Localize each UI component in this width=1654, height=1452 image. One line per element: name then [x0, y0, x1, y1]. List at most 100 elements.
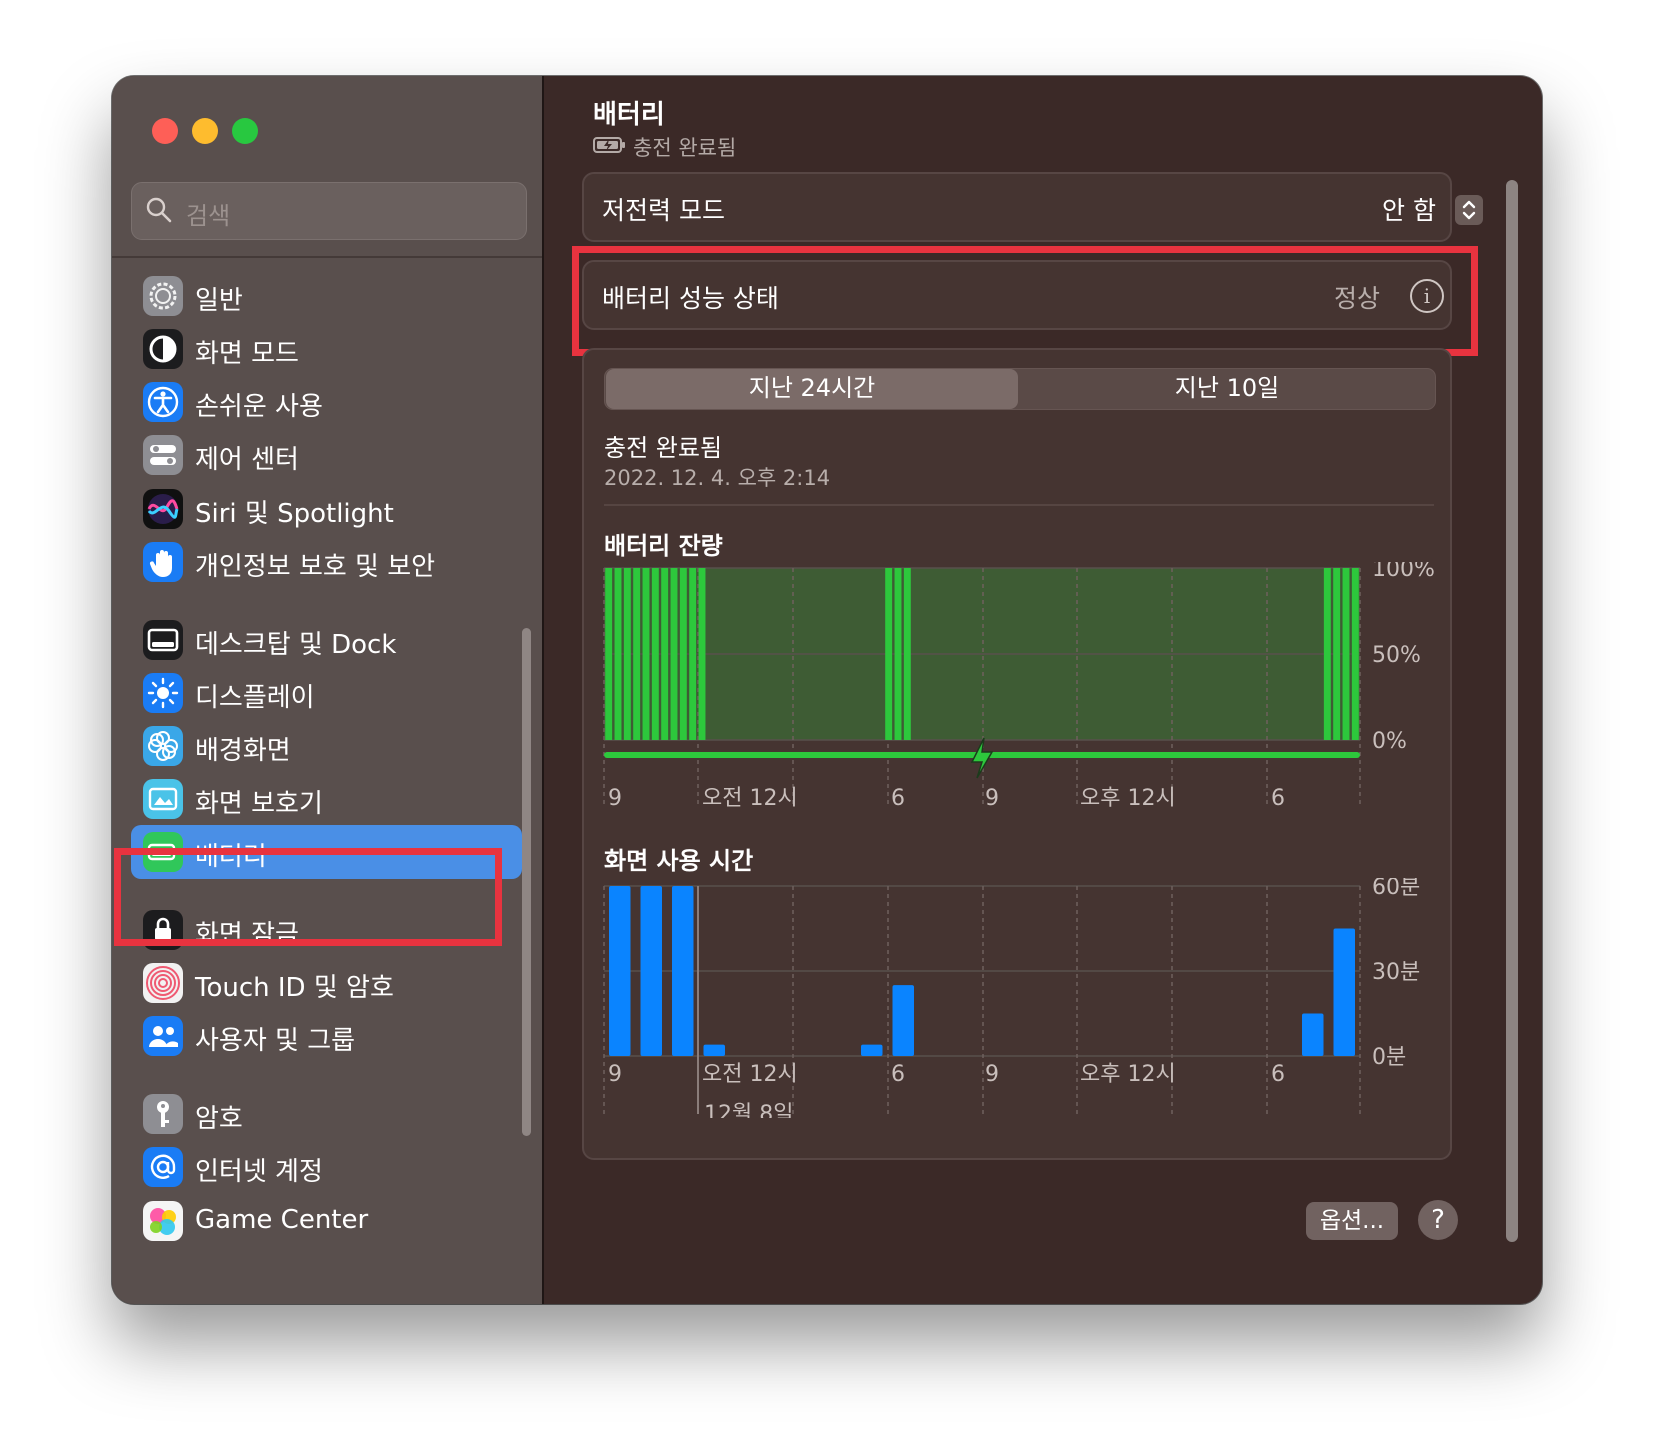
key-icon: [143, 1094, 183, 1134]
x-tick-label: 9: [608, 1062, 622, 1087]
y-tick-label: 30분: [1372, 960, 1420, 985]
battery-bar: [661, 568, 669, 740]
sidebar-item-users[interactable]: 사용자 및 그룹: [131, 1009, 522, 1063]
battery-bar: [642, 568, 650, 740]
screen-time-title: 화면 사용 시간: [604, 847, 754, 875]
low-power-row: 저전력 모드 안 함: [582, 172, 1483, 242]
sidebar-item-label: 일반: [195, 286, 243, 316]
sidebar-item-internet-accounts[interactable]: 인터넷 계정: [131, 1140, 522, 1194]
sidebar-item-control-center[interactable]: 제어 센터: [131, 428, 522, 482]
tab-last-10-days[interactable]: 지난 10일: [1019, 369, 1435, 409]
charge-status-date: 2022. 12. 4. 오후 2:14: [604, 466, 831, 490]
search-placeholder: 검색: [186, 202, 231, 230]
battery-bar: [689, 568, 697, 740]
x-tick-label: 오전 12시: [702, 1062, 798, 1087]
accessibility-icon: [143, 382, 183, 422]
x-tick-label: 9: [985, 786, 999, 811]
sidebar-item-label: Game Center: [195, 1205, 369, 1235]
x-tick-label: 오전 12시: [702, 786, 798, 811]
help-button[interactable]: ?: [1418, 1200, 1458, 1240]
settings-window: 검색 일반 화면 모드 손쉬운 사용 제어 센터 Siri 및 Spotligh…: [112, 76, 1542, 1304]
sidebar-item-appearance[interactable]: 화면 모드: [131, 322, 522, 376]
control-center-icon: [143, 435, 183, 475]
battery-bar: [894, 568, 902, 740]
card-divider: [604, 504, 1434, 506]
x-tick-label: 6: [1271, 1062, 1285, 1087]
low-power-value[interactable]: 안 함: [1382, 191, 1436, 227]
x-tick-label: 9: [985, 1062, 999, 1087]
battery-bar: [651, 568, 659, 740]
sidebar-item-label: 화면 보호기: [195, 789, 323, 819]
sidebar-item-label: 인터넷 계정: [195, 1157, 323, 1187]
battery-bar: [1342, 568, 1350, 740]
game-center-icon: [143, 1201, 183, 1241]
chevron-updown-icon: [1462, 200, 1476, 220]
close-button[interactable]: [152, 118, 178, 144]
at-icon: [143, 1147, 183, 1187]
sidebar-item-wallpaper[interactable]: 배경화면: [131, 719, 522, 773]
sun-icon: [143, 673, 183, 713]
zoom-button[interactable]: [232, 118, 258, 144]
search-input[interactable]: 검색: [131, 182, 527, 240]
screen-time-chart: 60분 30분 0분 9 오전 12시 6 9 오후 12시 6 12월 8일: [603, 878, 1420, 1118]
sidebar-item-label: 배경화면: [195, 736, 291, 766]
search-icon: [146, 197, 172, 223]
sidebar-item-screensaver[interactable]: 화면 보호기: [131, 772, 522, 826]
sidebar-item-siri[interactable]: Siri 및 Spotlight: [131, 482, 522, 536]
sidebar-item-label: 화면 모드: [195, 339, 299, 369]
hand-icon: [143, 542, 183, 582]
users-icon: [143, 1016, 183, 1056]
siri-icon: [143, 489, 183, 529]
sidebar-item-general[interactable]: 일반: [131, 269, 522, 323]
screen-time-bar: [1333, 928, 1355, 1056]
period-segmented-control: 지난 24시간 지난 10일: [604, 368, 1436, 410]
sidebar-item-label: Siri 및 Spotlight: [195, 499, 394, 529]
charging-bolt-icon: [970, 737, 994, 779]
battery-bar: [1351, 568, 1359, 740]
y-tick-label: 0%: [1372, 729, 1407, 754]
page-title: 배터리: [593, 100, 665, 130]
sidebar-item-label: 디스플레이: [195, 683, 315, 713]
sidebar-item-privacy[interactable]: 개인정보 보호 및 보안: [131, 535, 522, 589]
x-tick-label: 오후 12시: [1080, 786, 1176, 811]
tab-last-24-hours[interactable]: 지난 24시간: [606, 369, 1018, 409]
highlight-box: [572, 246, 1478, 356]
x-tick-label: 9: [608, 786, 622, 811]
sidebar-item-game-center[interactable]: Game Center: [131, 1194, 522, 1248]
sidebar-item-label: 사용자 및 그룹: [195, 1026, 356, 1056]
sidebar-scrollbar[interactable]: [522, 628, 531, 1136]
y-tick-label: 50%: [1372, 643, 1421, 668]
sidebar-item-label: Touch ID 및 암호: [195, 973, 394, 1003]
sidebar-item-accessibility[interactable]: 손쉬운 사용: [131, 375, 522, 429]
dock-icon: [143, 620, 183, 660]
options-button[interactable]: 옵션...: [1306, 1202, 1398, 1240]
screen-time-bar: [1302, 1013, 1324, 1056]
sidebar-item-touch-id[interactable]: Touch ID 및 암호: [131, 956, 522, 1010]
subtitle-text: 충전 완료됨: [633, 136, 737, 160]
screen-time-bar: [672, 886, 694, 1056]
appearance-icon: [143, 329, 183, 369]
screen-time-bar: [703, 1044, 725, 1056]
battery-charging-icon: [593, 137, 625, 153]
charge-status-label: 충전 완료됨: [604, 434, 723, 462]
sidebar-item-desktop-dock[interactable]: 데스크탑 및 Dock: [131, 613, 522, 667]
screen-time-bar: [609, 886, 631, 1056]
sidebar-item-passwords[interactable]: 암호: [131, 1087, 522, 1141]
sidebar-item-label: 제어 센터: [195, 445, 299, 475]
x-tick-label: 6: [1271, 786, 1285, 811]
minimize-button[interactable]: [192, 118, 218, 144]
battery-bar: [903, 568, 911, 740]
battery-bar: [670, 568, 678, 740]
battery-bar: [679, 568, 687, 740]
low-power-label: 저전력 모드: [602, 196, 725, 225]
battery-bar: [623, 568, 631, 740]
main-scrollbar[interactable]: [1506, 180, 1518, 1242]
battery-level-title: 배터리 잔량: [604, 532, 723, 560]
sidebar-item-label: 데스크탑 및 Dock: [195, 630, 397, 660]
sidebar-item-displays[interactable]: 디스플레이: [131, 666, 522, 720]
sidebar-item-label: 손쉬운 사용: [195, 392, 323, 422]
low-power-stepper[interactable]: [1455, 195, 1483, 225]
highlight-box: [114, 848, 502, 946]
date-label: 12월 8일: [704, 1102, 793, 1118]
x-tick-label: 오후 12시: [1080, 1062, 1176, 1087]
